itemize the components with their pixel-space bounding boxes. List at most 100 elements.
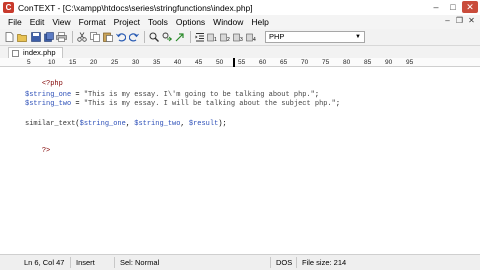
ruler-mark: 80 (343, 59, 351, 66)
tab-label: index.php (23, 48, 56, 57)
menu-options[interactable]: Options (176, 17, 205, 27)
maximize-button[interactable]: □ (445, 1, 461, 13)
code-function: similar_text (25, 120, 76, 128)
menu-project[interactable]: Project (114, 17, 140, 27)
php-close-tag: ?> (41, 147, 51, 155)
insert-mode: Insert (76, 258, 95, 267)
code-punctuation: ; (314, 91, 320, 99)
close-button[interactable]: ✕ (462, 1, 478, 13)
code-line: ?> (25, 139, 50, 155)
php-open-tag: <?php (41, 80, 63, 88)
document-close-button[interactable]: ✕ (467, 16, 476, 26)
code-line: $string_one = "This is my essay. I\'m go… (25, 91, 319, 99)
toolbar-separator (144, 31, 145, 43)
window-controls: – □ ✕ (428, 1, 478, 13)
ruler-mark: 40 (174, 59, 182, 66)
line-ending-format: DOS (276, 258, 293, 267)
ruler-mark: 85 (364, 59, 372, 66)
file-tab-bar: index.php (0, 46, 480, 58)
ruler-mark: 75 (322, 59, 330, 66)
goto-icon[interactable] (174, 32, 185, 43)
ruler-mark: 70 (301, 59, 309, 66)
redo-icon[interactable] (128, 32, 139, 43)
status-separator (70, 257, 71, 268)
ruler-mark: 50 (216, 59, 224, 66)
code-variable: $string_one (25, 91, 72, 99)
ruler-cursor-marker (233, 58, 235, 67)
ruler-mark: 15 (69, 59, 77, 66)
menu-window[interactable]: Window (213, 17, 243, 27)
column-ruler: 5 10 15 20 25 30 35 40 45 50 55 60 65 70… (0, 58, 480, 67)
code-punctuation: ); (218, 120, 227, 128)
code-variable: $string_one (79, 120, 126, 128)
selection-mode: Sel: Normal (120, 258, 160, 267)
ruler-mark: 95 (406, 59, 414, 66)
code-punctuation: , (180, 120, 189, 128)
find-icon[interactable] (148, 32, 159, 43)
status-separator (114, 257, 115, 268)
svg-text:2: 2 (227, 37, 230, 42)
menu-view[interactable]: View (52, 17, 70, 27)
user-exec-3-icon[interactable]: 3 (233, 32, 244, 43)
ruler-mark: 60 (259, 59, 267, 66)
ruler-mark: 10 (48, 59, 56, 66)
file-icon (12, 50, 19, 57)
code-string: "This is my essay. I\'m going to be talk… (83, 91, 315, 99)
ruler-mark: 90 (385, 59, 393, 66)
minimize-button[interactable]: – (428, 1, 444, 13)
status-bar: Ln 6, Col 47 Insert Sel: Normal DOS File… (0, 254, 480, 270)
open-icon[interactable] (17, 32, 28, 43)
toolbar-separator (190, 31, 191, 43)
toolbar-separator (72, 31, 73, 43)
chevron-down-icon: ▼ (355, 34, 361, 40)
code-line: <?php (25, 72, 63, 88)
ruler-mark: 35 (153, 59, 161, 66)
tab-index-php[interactable]: index.php (8, 47, 63, 58)
document-restore-button[interactable]: ❐ (455, 16, 464, 26)
user-exec-1-icon[interactable]: 1 (207, 32, 218, 43)
ruler-mark: 20 (90, 59, 98, 66)
code-editor[interactable]: <?php $string_one = "This is my essay. I… (0, 67, 480, 254)
status-separator (296, 257, 297, 268)
save-all-icon[interactable] (43, 32, 54, 43)
cut-icon[interactable] (76, 32, 87, 43)
code-variable: $string_two (25, 100, 72, 108)
menu-edit[interactable]: Edit (30, 17, 45, 27)
menu-file[interactable]: File (8, 17, 22, 27)
document-window-controls: – ❐ ✕ (443, 16, 476, 26)
ruler-mark: 5 (27, 59, 31, 66)
ruler-mark: 25 (111, 59, 119, 66)
copy-icon[interactable] (89, 32, 100, 43)
replace-icon[interactable] (161, 32, 172, 43)
code-variable: $result (188, 120, 219, 128)
title-bar: C ConTEXT - [C:\xampp\htdocs\series\stri… (0, 0, 480, 15)
window-title: ConTEXT - [C:\xampp\htdocs\series\string… (18, 2, 253, 13)
editor-gutter (0, 67, 22, 254)
save-icon[interactable] (30, 32, 41, 43)
document-minimize-button[interactable]: – (443, 16, 452, 26)
status-separator (270, 257, 271, 268)
code-line: $string_two = "This is my essay. I will … (25, 100, 340, 108)
user-exec-4-icon[interactable]: 4 (246, 32, 257, 43)
code-string: "This is my essay. I will be talking abo… (83, 100, 336, 108)
ruler-mark: 45 (195, 59, 203, 66)
code-operator: = (71, 100, 84, 108)
user-exec-2-icon[interactable]: 2 (220, 32, 231, 43)
context-app-icon[interactable]: C (3, 2, 14, 13)
file-size: File size: 214 (302, 258, 347, 267)
code-punctuation: , (125, 120, 135, 128)
highlighter-language-select[interactable]: PHP ▼ (265, 31, 365, 43)
print-icon[interactable] (56, 32, 67, 43)
svg-text:1: 1 (214, 37, 217, 42)
menu-format[interactable]: Format (79, 17, 106, 27)
new-file-icon[interactable] (4, 32, 15, 43)
menu-tools[interactable]: Tools (148, 17, 168, 27)
undo-icon[interactable] (115, 32, 126, 43)
svg-text:4: 4 (253, 37, 256, 42)
code-operator: = (71, 91, 84, 99)
menu-help[interactable]: Help (251, 17, 268, 27)
paste-icon[interactable] (102, 32, 113, 43)
indent-icon[interactable] (194, 32, 205, 43)
ruler-mark: 55 (238, 59, 246, 66)
code-line: similar_text($string_one, $string_two, $… (25, 120, 227, 128)
